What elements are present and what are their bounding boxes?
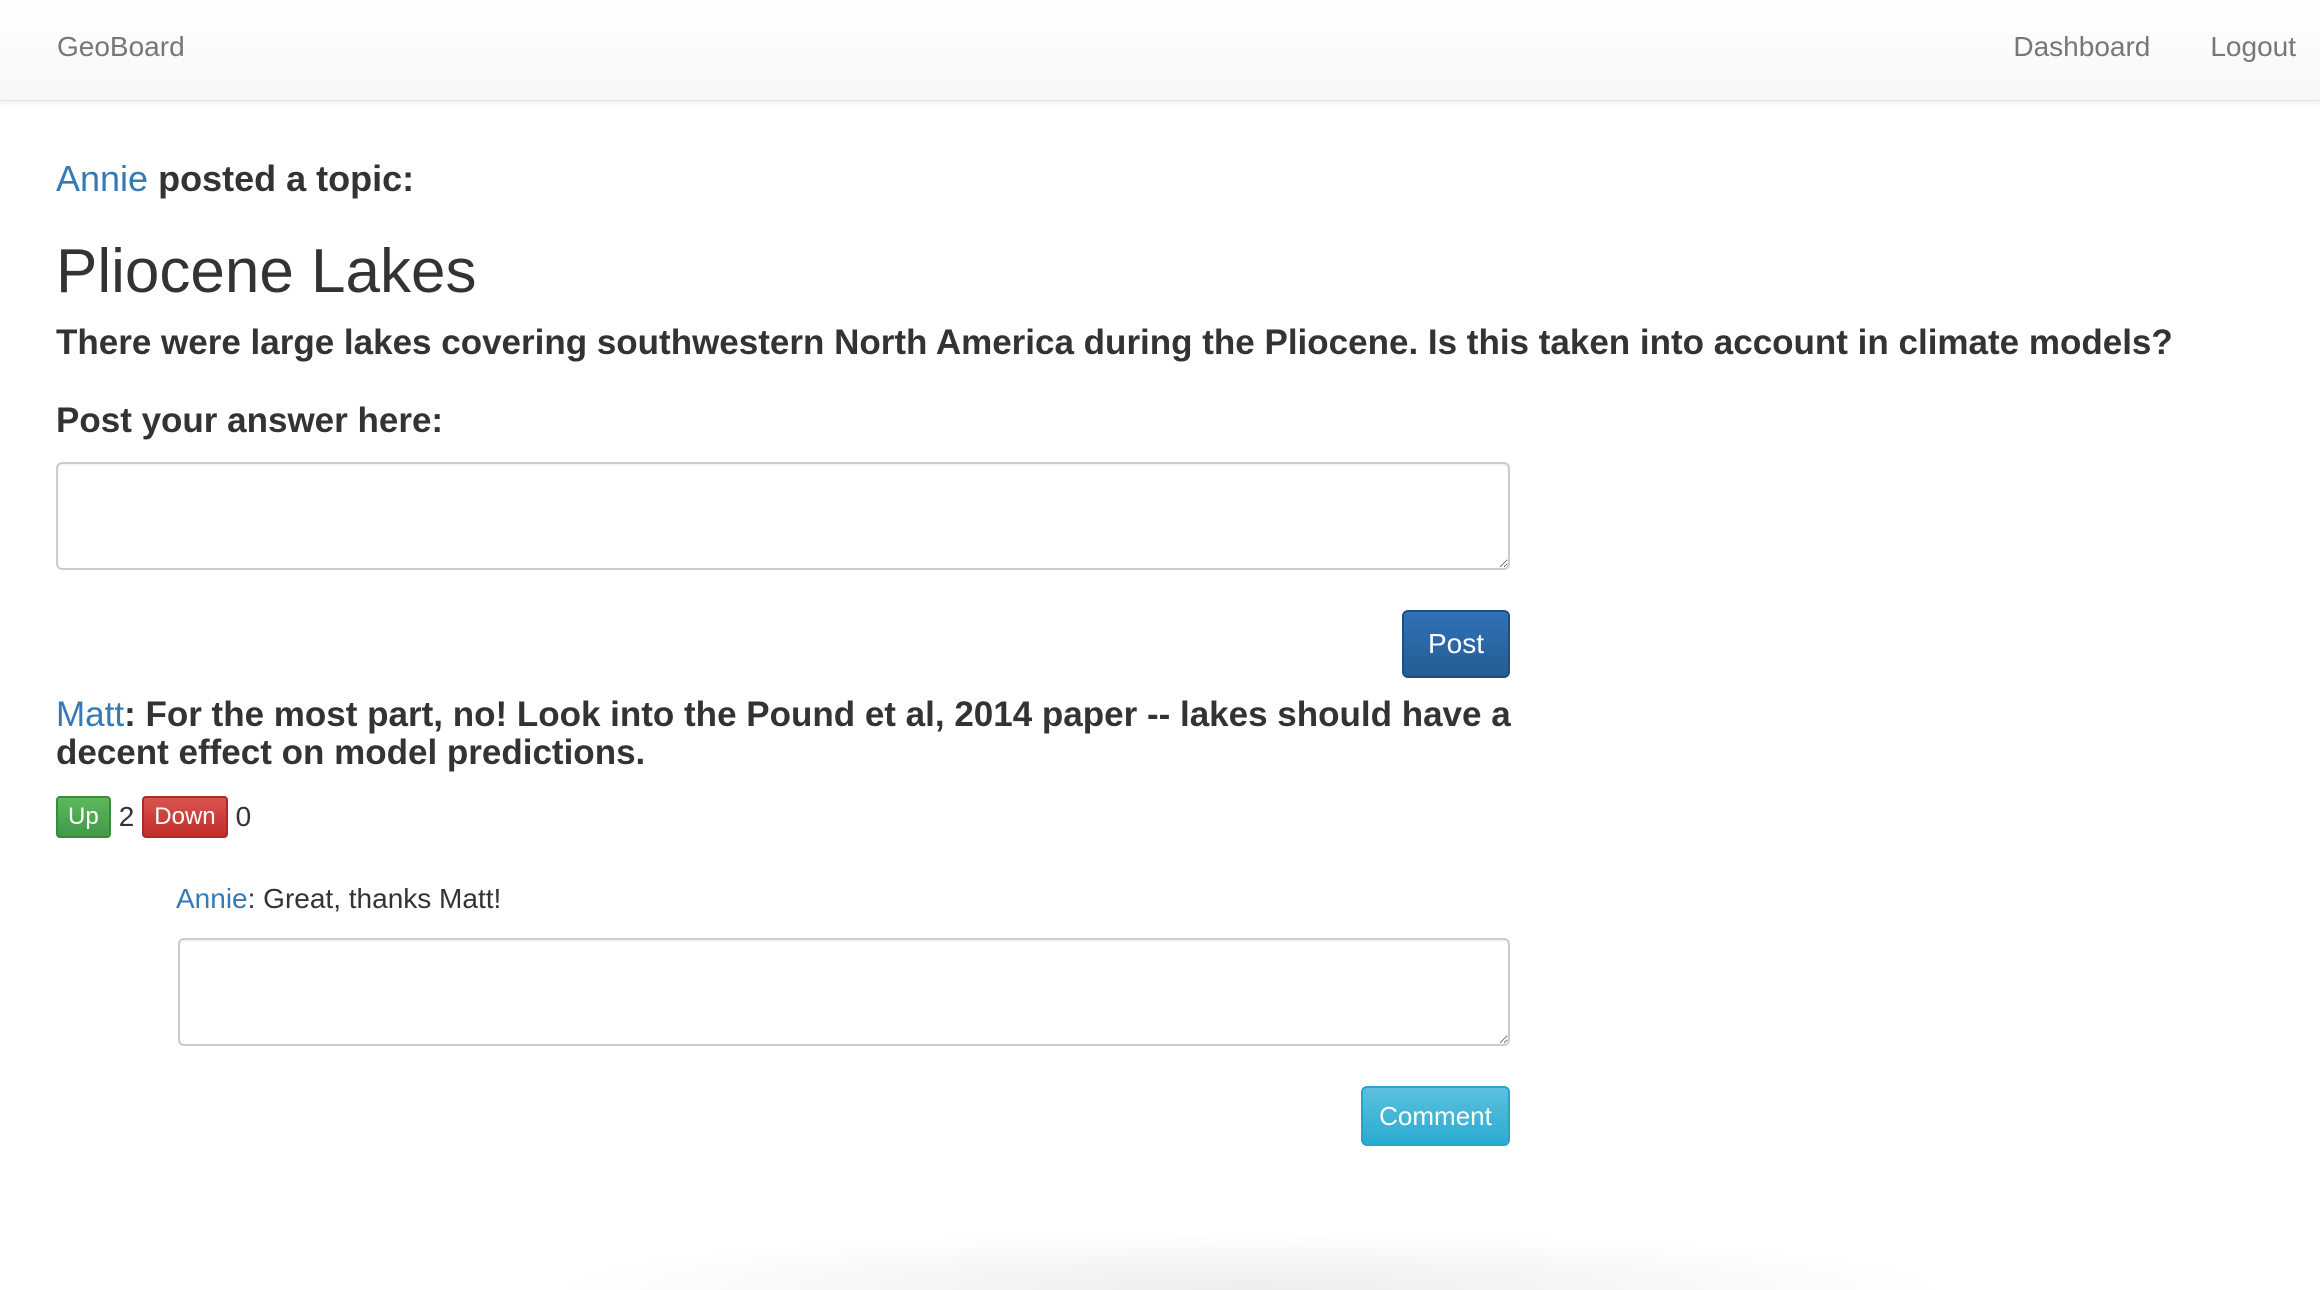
vote-row: Up 2 Down 0 bbox=[56, 795, 259, 839]
nav-logout-link[interactable]: Logout bbox=[2210, 31, 2296, 63]
topic-posted-line: Annie posted a topic: bbox=[56, 158, 414, 200]
nav-dashboard-link[interactable]: Dashboard bbox=[2013, 31, 2150, 63]
topic-author-link[interactable]: Annie bbox=[56, 158, 148, 199]
comment-author-link[interactable]: Annie bbox=[176, 883, 248, 914]
answer-item: Matt: For the most part, no! Look into t… bbox=[56, 696, 1516, 772]
navbar: GeoBoard Dashboard Logout bbox=[0, 0, 2320, 101]
answer-input[interactable] bbox=[56, 462, 1510, 570]
comment-button[interactable]: Comment bbox=[1361, 1086, 1510, 1146]
answer-text: For the most part, no! Look into the Pou… bbox=[56, 695, 1511, 772]
upvote-count: 2 bbox=[118, 801, 135, 832]
answer-prompt: Post your answer here: bbox=[56, 401, 444, 440]
upvote-button[interactable]: Up bbox=[56, 796, 111, 838]
downvote-count: 0 bbox=[235, 801, 252, 832]
nav-links: Dashboard Logout bbox=[2013, 31, 2296, 63]
comment-text: Great, thanks Matt! bbox=[255, 883, 502, 914]
brand-link[interactable]: GeoBoard bbox=[57, 31, 185, 63]
comment-item: Annie: Great, thanks Matt! bbox=[176, 883, 501, 915]
comment-input[interactable] bbox=[178, 938, 1510, 1046]
page-bottom-shadow bbox=[540, 1230, 1960, 1290]
post-button[interactable]: Post bbox=[1402, 610, 1510, 678]
answer-separator: : bbox=[124, 695, 136, 734]
topic-body: There were large lakes covering southwes… bbox=[56, 323, 2173, 362]
answer-author-link[interactable]: Matt bbox=[56, 695, 124, 734]
topic-title: Pliocene Lakes bbox=[56, 237, 477, 306]
downvote-button[interactable]: Down bbox=[142, 796, 228, 838]
posted-topic-label: posted a topic: bbox=[148, 158, 415, 199]
